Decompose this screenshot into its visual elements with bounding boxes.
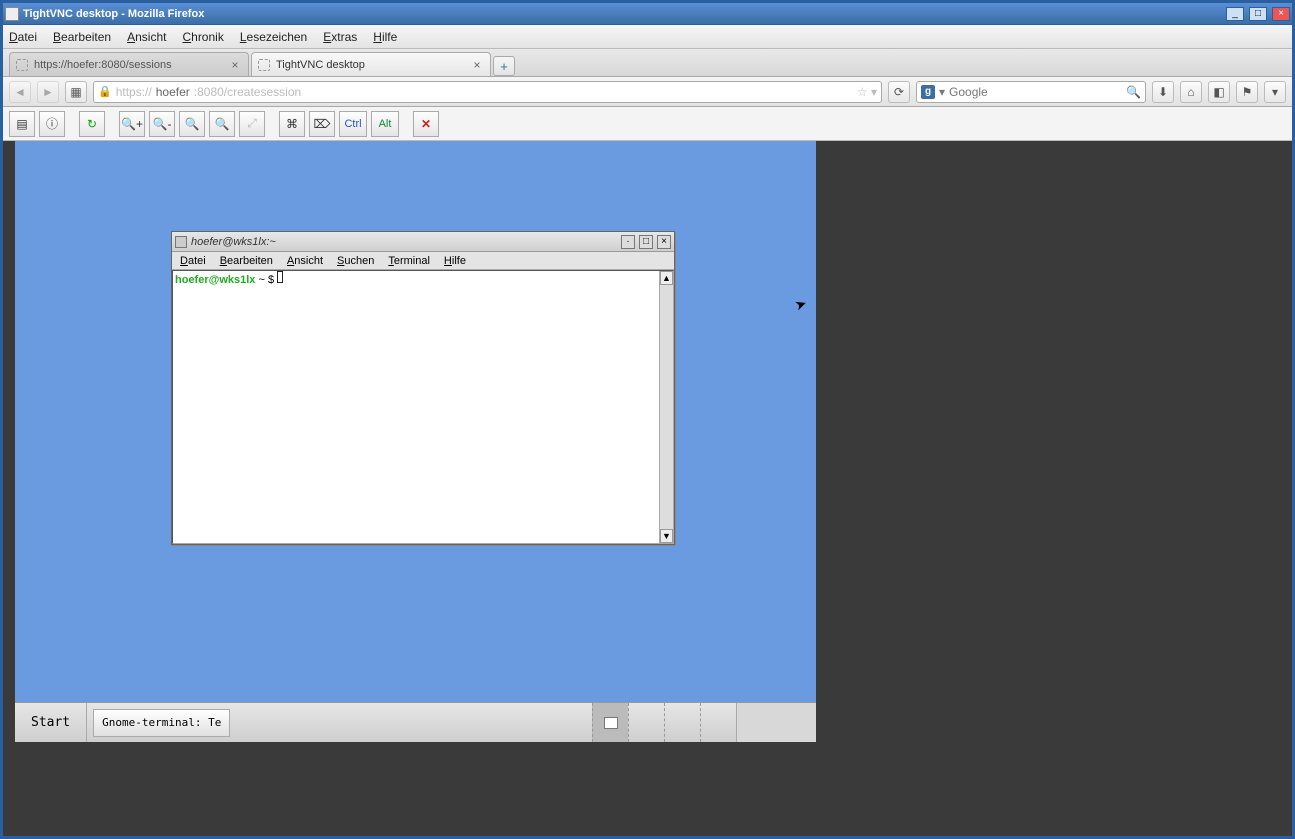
zoom-stretch-button[interactable]: ⤢ xyxy=(239,111,265,137)
term-menu-datei[interactable]: Datei xyxy=(180,255,206,267)
search-engine-icon[interactable]: g xyxy=(921,85,935,99)
terminal-titlebar[interactable]: hoefer@wks1lx:~ · □ × xyxy=(172,232,674,252)
reload-button[interactable]: ⟳ xyxy=(888,81,910,103)
search-dropdown-icon[interactable]: ▾ xyxy=(939,85,945,99)
term-menu-hilfe[interactable]: Hilfe xyxy=(444,255,466,267)
menu-hilfe[interactable]: Hilfe xyxy=(373,30,397,44)
tab-vnc[interactable]: TightVNC desktop × xyxy=(251,52,491,76)
terminal-prompt-user: hoefer@wks1lx xyxy=(175,274,255,286)
dark-margin-bottom xyxy=(15,742,816,836)
search-icon[interactable]: 🔍 xyxy=(1126,85,1141,99)
menu-lesezeichen[interactable]: Lesezeichen xyxy=(240,30,307,44)
dark-margin-left xyxy=(3,141,15,836)
scroll-track[interactable] xyxy=(660,285,673,529)
terminal-window[interactable]: hoefer@wks1lx:~ · □ × Datei Bearbeiten A… xyxy=(171,231,675,545)
tab-label: TightVNC desktop xyxy=(276,59,365,71)
term-menu-terminal[interactable]: Terminal xyxy=(388,255,430,267)
window-title: TightVNC desktop - Mozilla Firefox xyxy=(23,8,1221,20)
favicon-icon xyxy=(16,59,28,71)
tab-close-icon[interactable]: × xyxy=(470,58,484,72)
workspace-4[interactable] xyxy=(700,703,736,742)
url-host: hoefer xyxy=(156,85,190,99)
alt-key-button[interactable]: Alt xyxy=(371,111,399,137)
remote-cursor-icon: ➤ xyxy=(792,295,809,315)
favicon-icon xyxy=(258,59,270,71)
terminal-close-button[interactable]: × xyxy=(657,235,671,249)
term-menu-ansicht[interactable]: Ansicht xyxy=(287,255,323,267)
menu-ansicht[interactable]: Ansicht xyxy=(127,30,166,44)
clipboard-button[interactable]: ⌘ xyxy=(279,111,305,137)
downloads-button[interactable]: ⬇ xyxy=(1152,81,1174,103)
lock-icon: 🔒 xyxy=(98,85,112,98)
home-button[interactable]: ⌂ xyxy=(1180,81,1202,103)
taskbar-item-terminal[interactable]: Gnome-terminal: Te xyxy=(93,709,230,737)
pager-window-icon xyxy=(604,717,618,729)
terminal-menubar: Datei Bearbeiten Ansicht Suchen Terminal… xyxy=(172,252,674,270)
zoom-100-button[interactable]: 🔍 xyxy=(179,111,205,137)
start-button[interactable]: Start xyxy=(15,703,87,742)
ctrlaltdel-button[interactable]: ⌦ xyxy=(309,111,335,137)
vnc-options-button[interactable]: ▤ xyxy=(9,111,35,137)
tab-label: https://hoefer:8080/sessions xyxy=(34,59,172,71)
menu-chronik[interactable]: Chronik xyxy=(182,30,223,44)
close-button[interactable]: × xyxy=(1272,7,1290,21)
tab-close-icon[interactable]: × xyxy=(228,58,242,72)
tab-sessions[interactable]: https://hoefer:8080/sessions × xyxy=(9,52,249,76)
maximize-button[interactable]: □ xyxy=(1249,7,1267,21)
search-box[interactable]: g ▾ Google 🔍 xyxy=(916,81,1146,103)
workspace-2[interactable] xyxy=(628,703,664,742)
zoom-out-button[interactable]: 🔍- xyxy=(149,111,175,137)
ctrl-key-button[interactable]: Ctrl xyxy=(339,111,367,137)
url-bar[interactable]: 🔒 https:// hoefer :8080/createsession ☆ ▾ xyxy=(93,81,882,103)
terminal-cursor xyxy=(277,271,283,283)
toolbar-overflow-icon[interactable]: ▾ xyxy=(1264,81,1286,103)
firefox-menubar: Datei Bearbeiten Ansicht Chronik Lesezei… xyxy=(3,25,1292,49)
vnc-info-button[interactable]: ⓘ xyxy=(39,111,65,137)
page-id-button[interactable]: ▦ xyxy=(65,81,87,103)
menu-extras[interactable]: Extras xyxy=(323,30,357,44)
workspace-1[interactable] xyxy=(592,703,628,742)
terminal-title: hoefer@wks1lx:~ xyxy=(191,236,617,248)
zoom-in-button[interactable]: 🔍+ xyxy=(119,111,145,137)
dark-margin-right xyxy=(816,141,1292,836)
scroll-down-icon[interactable]: ▼ xyxy=(660,529,673,543)
terminal-minimize-button[interactable]: · xyxy=(621,235,635,249)
url-path: :8080/createsession xyxy=(194,85,301,99)
addons-button[interactable]: ◧ xyxy=(1208,81,1230,103)
firefox-window: TightVNC desktop - Mozilla Firefox _ □ ×… xyxy=(0,0,1295,839)
vnc-refresh-button[interactable]: ↻ xyxy=(79,111,105,137)
remote-taskbar: Start Gnome-terminal: Te xyxy=(15,702,816,742)
terminal-prompt-sep: ~ $ xyxy=(255,274,277,286)
titlebar: TightVNC desktop - Mozilla Firefox _ □ × xyxy=(3,3,1292,25)
forward-button[interactable]: ► xyxy=(37,81,59,103)
menu-bearbeiten[interactable]: Bearbeiten xyxy=(53,30,111,44)
page-content: hoefer@wks1lx:~ · □ × Datei Bearbeiten A… xyxy=(3,141,1292,836)
zoom-fit-button[interactable]: 🔍 xyxy=(209,111,235,137)
url-scheme: https:// xyxy=(116,85,152,99)
terminal-maximize-button[interactable]: □ xyxy=(639,235,653,249)
minimize-button[interactable]: _ xyxy=(1226,7,1244,21)
nav-toolbar: ◄ ► ▦ 🔒 https:// hoefer :8080/createsessio… xyxy=(3,77,1292,107)
system-menu-icon[interactable] xyxy=(5,7,19,21)
terminal-sys-icon[interactable] xyxy=(175,236,187,248)
bookmark-star-icon[interactable]: ☆ ▾ xyxy=(857,85,877,99)
vnc-remote-desktop[interactable]: hoefer@wks1lx:~ · □ × Datei Bearbeiten A… xyxy=(15,141,816,742)
terminal-body[interactable]: hoefer@wks1lx ~ $ ▲ ▼ xyxy=(172,270,674,544)
system-tray[interactable] xyxy=(736,703,816,742)
tab-bar: https://hoefer:8080/sessions × TightVNC … xyxy=(3,49,1292,77)
feed-button[interactable]: ⚑ xyxy=(1236,81,1258,103)
scroll-up-icon[interactable]: ▲ xyxy=(660,271,673,285)
term-menu-suchen[interactable]: Suchen xyxy=(337,255,374,267)
disconnect-button[interactable]: ✕ xyxy=(413,111,439,137)
vnc-toolbar: ▤ ⓘ ↻ 🔍+ 🔍- 🔍 🔍 ⤢ ⌘ ⌦ Ctrl Alt ✕ xyxy=(3,107,1292,141)
workspace-3[interactable] xyxy=(664,703,700,742)
menu-datei[interactable]: Datei xyxy=(9,30,37,44)
term-menu-bearbeiten[interactable]: Bearbeiten xyxy=(220,255,273,267)
search-placeholder: Google xyxy=(949,85,988,99)
workspace-pager xyxy=(592,703,736,742)
new-tab-button[interactable]: + xyxy=(493,56,515,76)
back-button[interactable]: ◄ xyxy=(9,81,31,103)
terminal-scrollbar[interactable]: ▲ ▼ xyxy=(659,271,673,543)
